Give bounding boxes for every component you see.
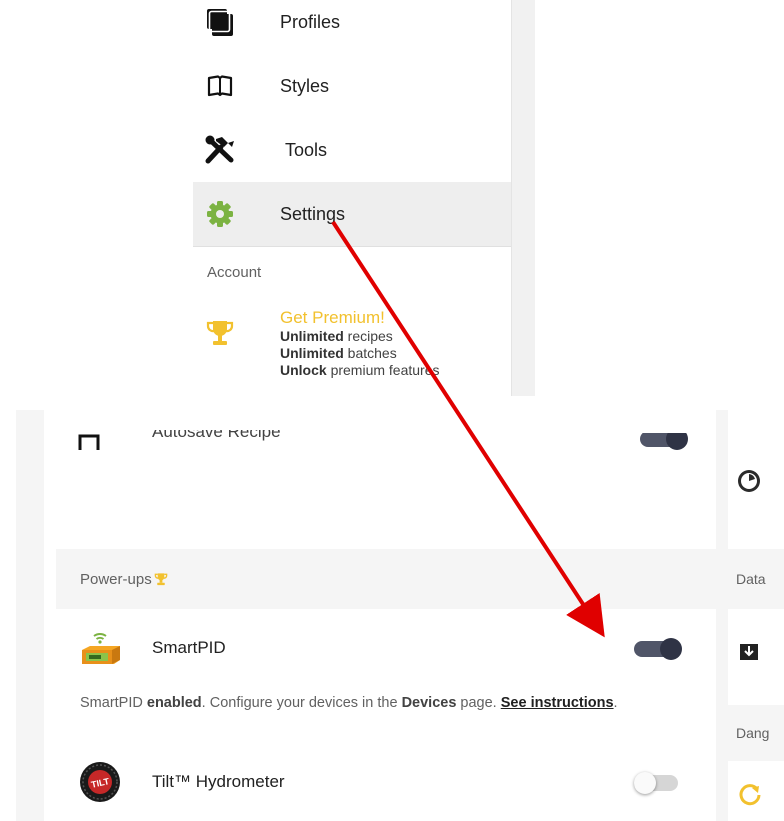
tilt-label: Tilt™ Hydrometer [152, 772, 285, 791]
menu-item-profiles[interactable]: Profiles [193, 0, 511, 54]
menu-divider [193, 246, 511, 247]
tilt-logo-icon: TILT [78, 762, 122, 802]
see-instructions-link[interactable]: See instructions [501, 695, 614, 711]
smartpid-row: SmartPID [56, 616, 716, 680]
smartpid-toggle[interactable] [634, 638, 682, 660]
sidebar-menu-screenshot: Profiles Styles Tools Settings Account G… [0, 0, 540, 396]
settings-card: Autosave Recipe Power-ups SmartPID Smart… [56, 410, 716, 821]
trophy-icon [154, 572, 168, 586]
sidebar-scrollbar[interactable] [511, 0, 535, 396]
save-icon [78, 430, 102, 454]
profiles-icon [203, 5, 237, 39]
reset-icon[interactable] [738, 782, 762, 806]
premium-title: Get Premium! [280, 308, 385, 327]
autosave-label: Autosave Recipe [152, 422, 281, 441]
autosave-recipe-row: Autosave Recipe [56, 410, 716, 454]
premium-line-recipes: Unlimited recipes [280, 328, 393, 344]
tools-icon [203, 133, 237, 167]
sidebar-menu: Profiles Styles Tools Settings Account G… [193, 0, 511, 396]
smartpid-device-icon [78, 628, 122, 668]
powerups-section-header: Power-ups [56, 549, 716, 609]
danger-section-label: Dang [736, 725, 770, 741]
premium-line-batches: Unlimited batches [280, 345, 397, 361]
menu-item-label: Styles [280, 75, 330, 96]
gear-icon [203, 197, 237, 231]
smartpid-note: SmartPID enabled. Configure your devices… [80, 695, 618, 711]
settings-page-screenshot: Autosave Recipe Power-ups SmartPID Smart… [16, 410, 784, 821]
menu-item-tools[interactable]: Tools [193, 118, 511, 182]
menu-item-settings[interactable]: Settings [193, 182, 511, 246]
smartpid-label: SmartPID [152, 638, 226, 657]
trophy-icon [205, 318, 235, 348]
autosave-toggle[interactable] [640, 433, 688, 450]
premium-text: Get Premium! Unlimited recipes Unlimited… [280, 308, 440, 379]
tilt-toggle[interactable] [634, 772, 682, 794]
menu-item-styles[interactable]: Styles [193, 54, 511, 118]
settings-right-column: Data Dang [716, 410, 784, 821]
data-section-label: Data [736, 571, 766, 587]
menu-item-label: Tools [285, 139, 328, 160]
toggle-thumb [634, 772, 656, 794]
toggle-thumb [660, 638, 682, 660]
page-edge [16, 410, 44, 821]
download-icon[interactable] [738, 640, 760, 662]
data-section-header: Data [728, 549, 784, 609]
menu-item-label: Profiles [280, 11, 341, 32]
premium-line-features: Unlock premium features [280, 362, 440, 378]
get-premium-item[interactable]: Get Premium! Unlimited recipes Unlimited… [193, 306, 511, 396]
tilt-hydrometer-row: TILT Tilt™ Hydrometer [56, 750, 716, 814]
powerups-header-label: Power-ups [80, 570, 152, 588]
timer-icon [736, 468, 762, 494]
account-section-label: Account [207, 264, 262, 281]
danger-section-header: Dang [728, 705, 784, 761]
menu-item-label: Settings [280, 203, 346, 224]
book-icon [203, 69, 237, 103]
